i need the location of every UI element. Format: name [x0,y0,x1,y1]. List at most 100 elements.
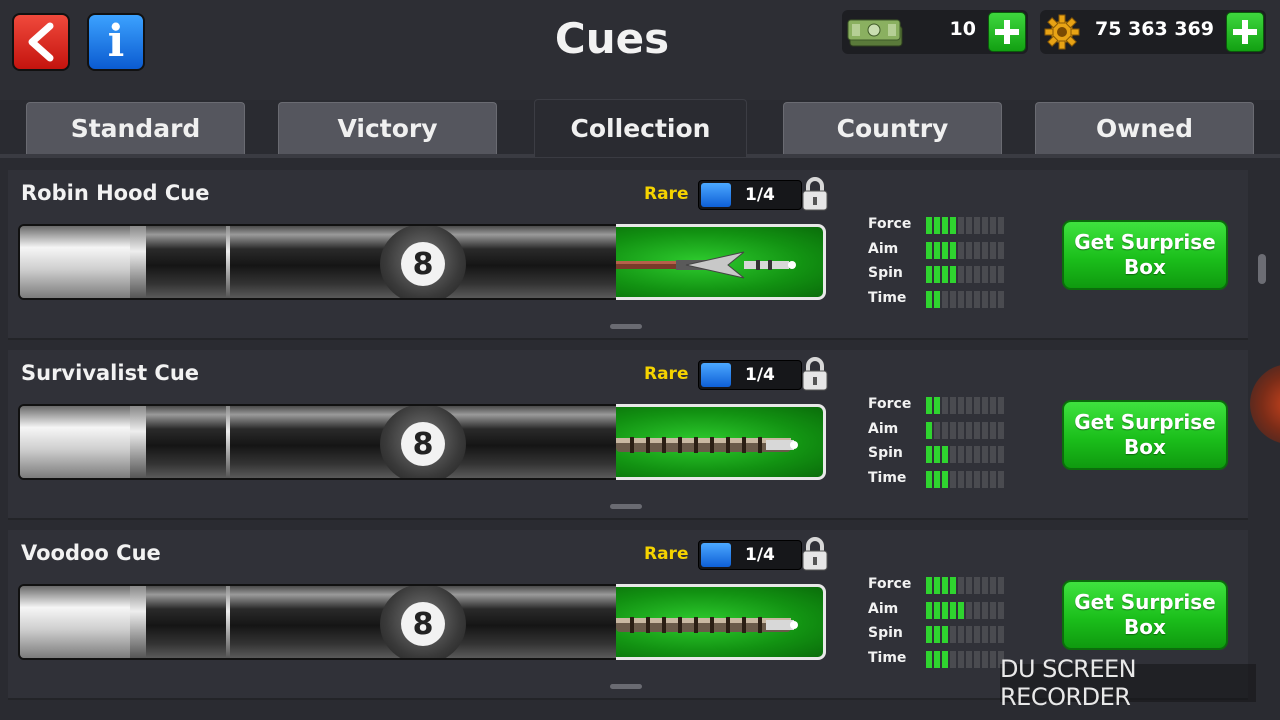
buy-coins-button[interactable] [1226,12,1264,52]
stat-label: Time [868,649,907,666]
stat-segment [950,217,956,234]
top-bar: i Cues 10 75 363 369 [0,0,1280,100]
stat-segment [958,577,964,594]
rarity-label: Rare [644,544,689,564]
stat-bar-aim [926,601,1004,619]
stat-segment [958,266,964,283]
info-button[interactable]: i [87,13,145,71]
level-fill [701,543,731,567]
coins-value: 75 363 369 [1095,18,1214,40]
get-surprise-box-button[interactable]: Get Surprise Box [1062,400,1228,470]
get-surprise-box-button[interactable]: Get Surprise Box [1062,220,1228,290]
stat-segment [974,241,980,259]
stat-segment [926,217,932,234]
stat-segment [934,397,940,414]
stat-segment [982,397,988,414]
stat-row-time: Time [868,468,1018,493]
watermark: DU SCREEN RECORDER [1000,655,1256,711]
rarity-label: Rare [644,184,689,204]
stat-segment [990,601,996,619]
coins-counter: 75 363 369 [1040,10,1266,54]
tab-collection[interactable]: Collection [534,99,747,157]
cue-stats: Force Aim Spin Time [868,394,1018,492]
stat-segment [926,626,932,643]
stat-segment [974,217,980,234]
stat-segment [998,577,1004,594]
buy-cash-button[interactable] [988,12,1026,52]
stat-segment [942,397,948,414]
cue-name: Robin Hood Cue [21,181,210,205]
cash-value: 10 [949,18,976,40]
stat-segment [934,446,940,463]
page-title: Cues [554,14,670,63]
stat-segment [950,266,956,283]
stat-bar-aim [926,421,1004,439]
cue-band [130,586,140,658]
stat-segment [950,446,956,463]
stat-label: Force [868,396,912,412]
stat-bar-time [926,650,1004,668]
cue-tip-graphic [616,437,798,453]
stat-segment [982,650,988,668]
stat-segment [934,577,940,594]
stat-segment [942,266,948,283]
stat-segment [926,397,932,414]
stat-segment [966,241,972,259]
tab-standard[interactable]: Standard [26,102,245,154]
stat-segment [998,446,1004,463]
stat-label: Time [868,469,907,486]
cue-level: 1/4 [745,365,775,385]
cue-shaft-image: 8 [18,404,626,480]
stat-segment [958,601,964,619]
stat-segment [950,470,956,488]
cue-band [140,226,146,298]
eight-ball-icon: 8 [380,586,466,658]
stat-segment [982,601,988,619]
stat-row-force: Force [868,574,1018,599]
cue-level-indicator: 1/4 [698,180,802,210]
stat-segment [926,470,932,488]
cue-band [130,226,140,298]
stat-segment [934,626,940,643]
stat-segment [942,421,948,439]
level-fill [701,183,731,207]
stat-segment [982,470,988,488]
stat-segment [942,650,948,668]
tab-victory[interactable]: Victory [278,102,497,154]
stat-label: Spin [868,265,903,281]
cue-row[interactable]: Robin Hood Cue Rare 1/4 8 Force Aim Spin Time Ge… [8,170,1248,340]
stat-segment [926,290,932,308]
stat-segment [958,650,964,668]
stat-row-time: Time [868,288,1018,313]
stat-segment [974,626,980,643]
stat-bar-aim [926,241,1004,259]
stat-bar-spin [926,266,1004,283]
row-handle [610,504,642,509]
stat-segment [926,446,932,463]
cash-counter: 10 [842,10,1028,54]
stat-bar-time [926,290,1004,308]
cue-level: 1/4 [745,545,775,565]
stat-segment [974,470,980,488]
eight-ball-icon: 8 [380,226,466,298]
cue-name: Survivalist Cue [21,361,200,385]
stat-segment [998,217,1004,234]
stat-segment [990,241,996,259]
scrollbar-thumb[interactable] [1258,254,1266,284]
stat-segment [950,650,956,668]
stat-segment [990,626,996,643]
cue-row[interactable]: Survivalist Cue Rare 1/4 8 Force Aim Spin Time G… [8,350,1248,520]
stat-row-spin: Spin [868,623,1018,648]
cue-stats: Force Aim Spin Time [868,574,1018,672]
back-button[interactable] [12,13,70,71]
tab-country[interactable]: Country [783,102,1002,154]
stat-segment [926,266,932,283]
floating-record-button[interactable] [1250,364,1280,444]
stat-segment [942,626,948,643]
tab-owned[interactable]: Owned [1035,102,1254,154]
get-surprise-box-button[interactable]: Get Surprise Box [1062,580,1228,650]
plus-icon [1233,20,1257,44]
coin-icon [1044,14,1080,50]
stat-segment [982,241,988,259]
cue-tip-graphic [616,617,798,633]
